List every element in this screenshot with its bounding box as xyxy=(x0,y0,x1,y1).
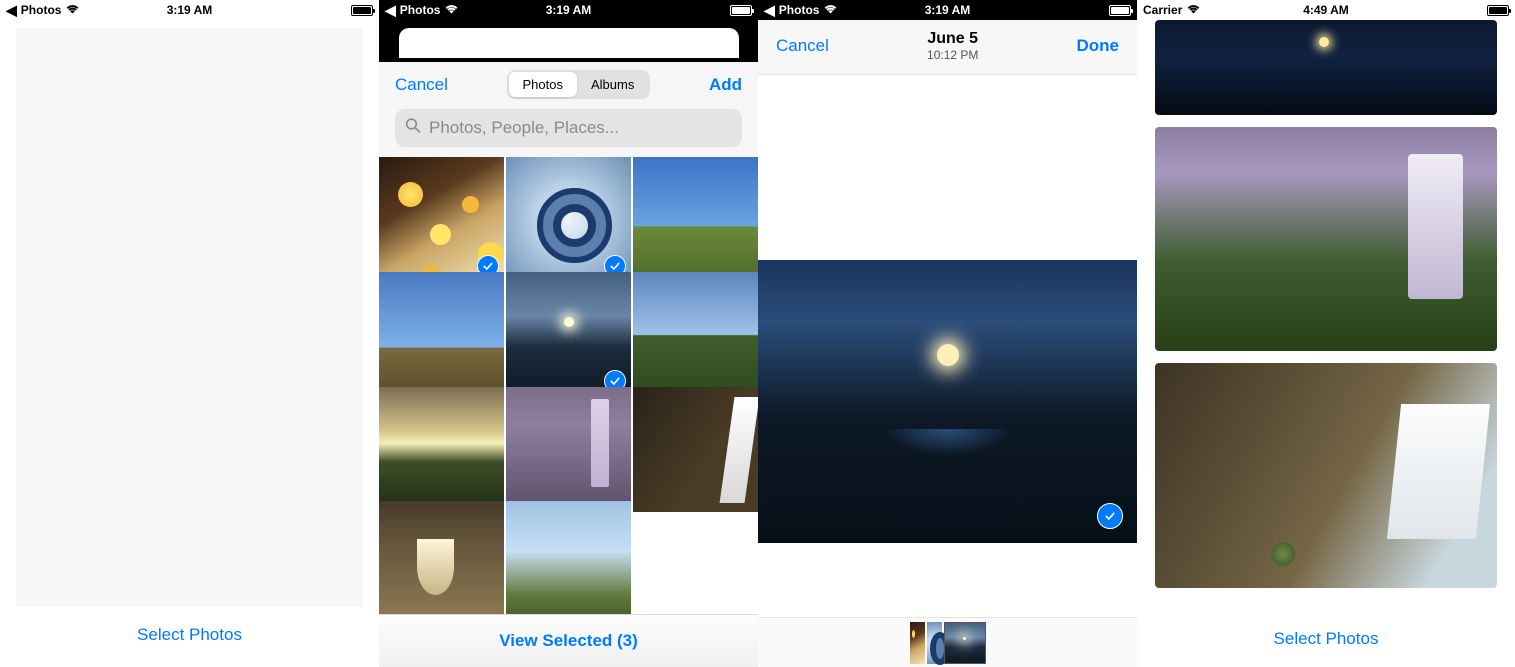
status-time: 3:19 AM xyxy=(925,3,971,17)
wifi-icon xyxy=(823,3,838,17)
wifi-icon xyxy=(65,3,80,17)
status-carrier: Carrier xyxy=(1143,3,1182,17)
detail-nav-bar: Cancel June 5 10:12 PM Done xyxy=(758,20,1137,75)
view-selected-button[interactable]: View Selected (3) xyxy=(379,614,758,667)
panel-selected-list: Carrier 4:49 AM Select Photos xyxy=(1137,0,1515,667)
photo-cell[interactable] xyxy=(379,387,504,512)
photo-cell[interactable] xyxy=(379,157,504,282)
status-time: 3:19 AM xyxy=(546,3,592,17)
photo-thumbnail xyxy=(633,157,758,282)
empty-canvas xyxy=(16,28,363,607)
status-bar: ◀ Photos 3:19 AM xyxy=(379,0,758,20)
status-bar: ◀ Photos 3:19 AM xyxy=(758,0,1137,20)
status-time: 3:19 AM xyxy=(167,3,213,17)
add-button[interactable]: Add xyxy=(709,75,742,95)
wifi-icon xyxy=(1186,3,1201,17)
photo-cell[interactable] xyxy=(379,272,504,397)
segment-photos[interactable]: Photos xyxy=(509,72,577,97)
photo-cell[interactable] xyxy=(633,387,758,512)
nav-title: June 5 10:12 PM xyxy=(927,30,978,62)
list-item[interactable] xyxy=(1155,363,1497,588)
list-item[interactable] xyxy=(1155,127,1497,351)
status-back-app[interactable]: Photos xyxy=(400,3,441,17)
picker-header: Cancel Photos Albums Add xyxy=(379,62,758,109)
nav-title-time: 10:12 PM xyxy=(927,48,978,62)
photo-thumbnail xyxy=(633,272,758,397)
battery-icon xyxy=(1487,5,1509,16)
photo-cell[interactable] xyxy=(506,157,631,282)
back-caret-icon[interactable]: ◀ xyxy=(385,2,396,19)
panel-empty-state: ◀ Photos 3:19 AM Select Photos xyxy=(0,0,379,667)
sheet-peek xyxy=(379,20,758,62)
done-button[interactable]: Done xyxy=(1076,36,1119,56)
photo-cell[interactable] xyxy=(506,272,631,397)
photo-cell[interactable] xyxy=(633,272,758,397)
battery-icon xyxy=(1109,5,1131,16)
photo-cell[interactable] xyxy=(506,387,631,512)
photo-cell[interactable] xyxy=(379,501,504,614)
select-photos-button[interactable]: Select Photos xyxy=(137,625,242,645)
photo-cell[interactable] xyxy=(506,501,631,614)
strip-thumbnail[interactable] xyxy=(944,622,986,664)
status-back-app[interactable]: Photos xyxy=(21,3,62,17)
segmented-control: Photos Albums xyxy=(507,70,651,99)
photo-thumbnail xyxy=(379,501,504,614)
status-bar: Carrier 4:49 AM xyxy=(1137,0,1515,20)
status-back-app[interactable]: Photos xyxy=(779,3,820,17)
status-bar: ◀ Photos 3:19 AM xyxy=(0,0,379,20)
photo-cell[interactable] xyxy=(633,157,758,282)
photo-thumbnail xyxy=(379,272,504,397)
detail-photo[interactable] xyxy=(758,260,1137,543)
selected-photos-list[interactable] xyxy=(1137,20,1515,615)
cancel-button[interactable]: Cancel xyxy=(395,75,448,95)
list-item[interactable] xyxy=(1155,20,1497,115)
battery-icon xyxy=(730,5,752,16)
search-input[interactable] xyxy=(395,109,742,147)
photo-grid xyxy=(379,157,758,614)
strip-thumbnail[interactable] xyxy=(910,622,925,664)
cancel-button[interactable]: Cancel xyxy=(776,36,829,56)
strip-thumbnail[interactable] xyxy=(927,622,942,664)
status-time: 4:49 AM xyxy=(1303,3,1349,17)
photo-thumbnail xyxy=(506,501,631,614)
battery-icon xyxy=(351,5,373,16)
wifi-icon xyxy=(444,3,459,17)
nav-title-date: June 5 xyxy=(927,30,978,48)
selection-check-icon[interactable] xyxy=(1097,503,1123,529)
panel-photo-picker: ◀ Photos 3:19 AM Cancel Photos Albums Ad… xyxy=(379,0,758,667)
panel-photo-detail: ◀ Photos 3:19 AM Cancel June 5 10:12 PM … xyxy=(758,0,1137,667)
photo-thumbnail xyxy=(633,387,758,512)
photo-thumbnail xyxy=(379,387,504,512)
back-caret-icon[interactable]: ◀ xyxy=(6,2,17,19)
select-photos-button[interactable]: Select Photos xyxy=(1274,629,1379,649)
search-icon xyxy=(405,118,421,139)
photo-thumbnail xyxy=(506,387,631,512)
back-caret-icon[interactable]: ◀ xyxy=(764,2,775,19)
segment-albums[interactable]: Albums xyxy=(577,72,648,97)
thumbnail-strip xyxy=(758,617,1137,667)
